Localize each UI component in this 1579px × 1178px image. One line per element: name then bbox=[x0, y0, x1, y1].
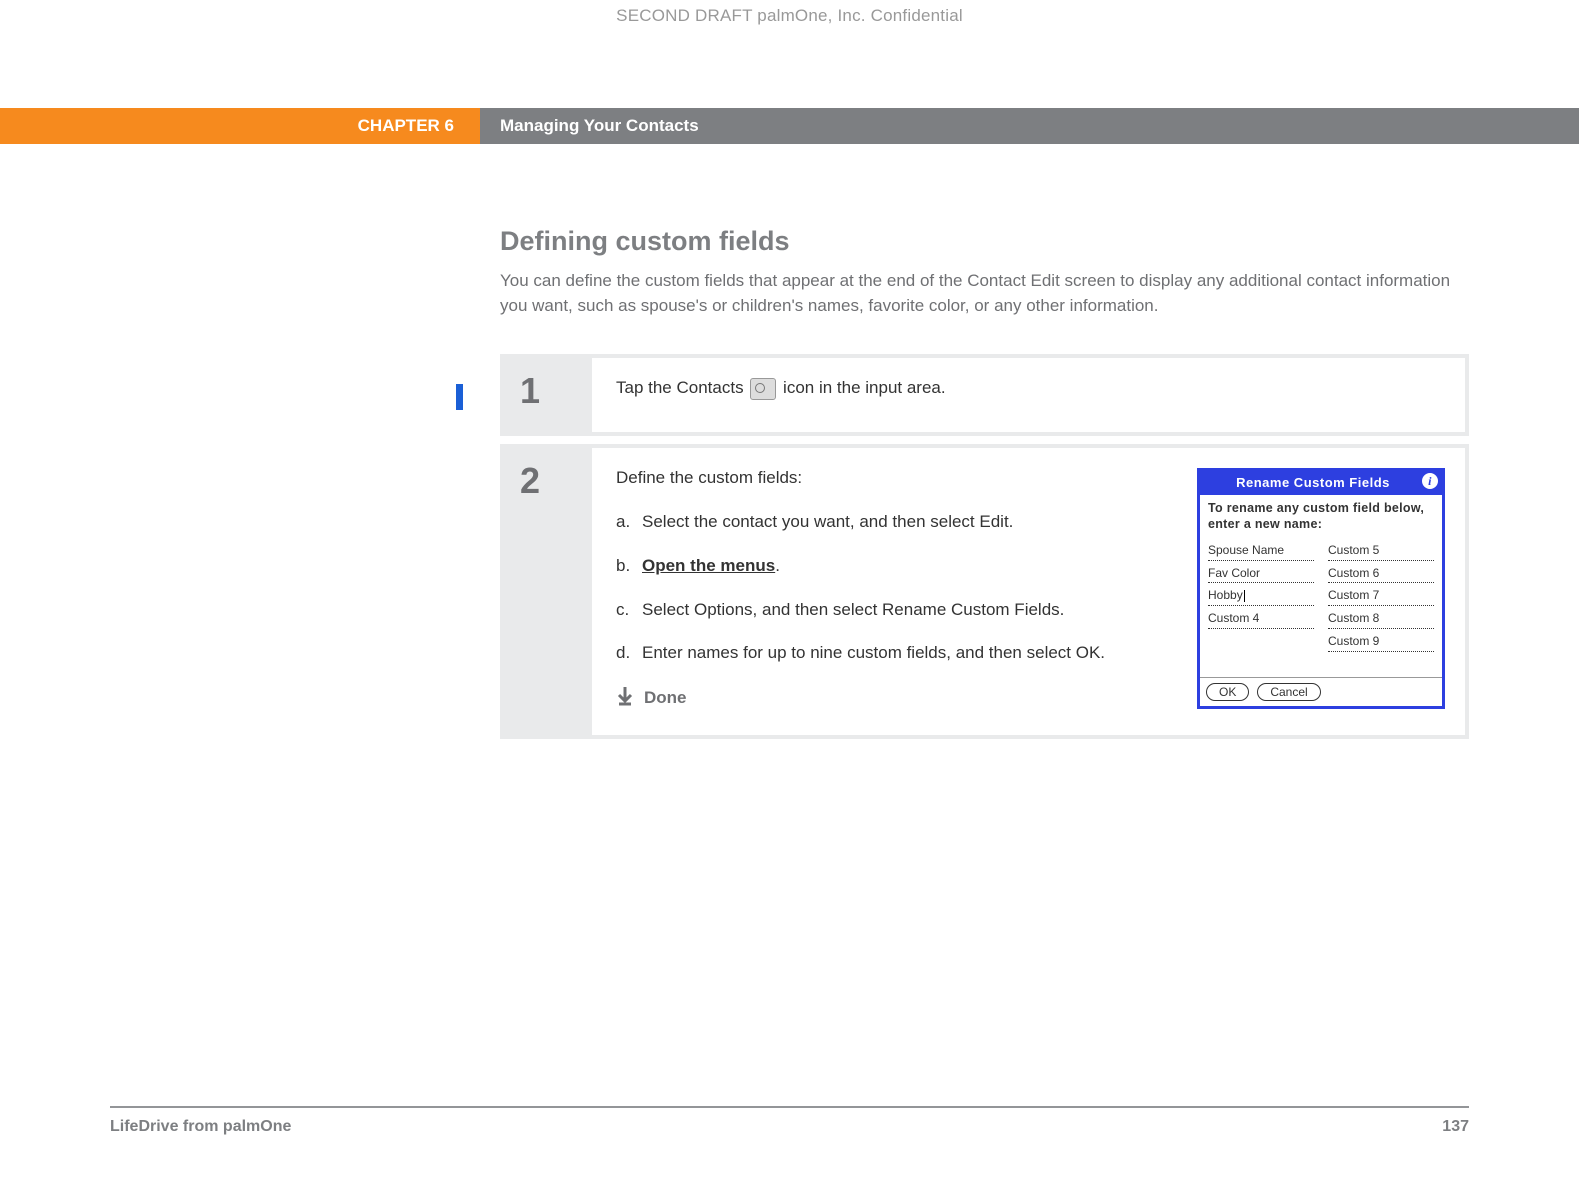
custom-field-input[interactable]: Custom 4 bbox=[1208, 609, 1314, 629]
step-1: 1 Tap the Contacts icon in the input are… bbox=[500, 354, 1469, 436]
ok-button[interactable]: OK bbox=[1206, 683, 1249, 701]
cancel-button[interactable]: Cancel bbox=[1257, 683, 1320, 701]
substep-b: b. Open the menus. bbox=[616, 554, 1173, 578]
step-number: 2 bbox=[520, 460, 592, 502]
step-body: Tap the Contacts icon in the input area. bbox=[592, 354, 1469, 436]
chapter-bar: CHAPTER 6 Managing Your Contacts bbox=[0, 108, 1579, 144]
palm-title-text: Rename Custom Fields bbox=[1236, 475, 1390, 490]
content-area: Defining custom fields You can define th… bbox=[500, 226, 1469, 739]
done-arrow-icon bbox=[616, 685, 634, 711]
step-number: 1 bbox=[520, 370, 592, 412]
contacts-icon bbox=[750, 378, 776, 400]
done-label: Done bbox=[644, 686, 687, 710]
chapter-label: CHAPTER 6 bbox=[0, 108, 480, 144]
substep-d: d. Enter names for up to nine custom fie… bbox=[616, 641, 1173, 665]
palm-instruction: To rename any custom field below, enter … bbox=[1200, 495, 1442, 540]
substep-c: c. Select Options, and then select Renam… bbox=[616, 598, 1173, 622]
section-intro: You can define the custom fields that ap… bbox=[500, 269, 1469, 318]
palm-rename-dialog: Rename Custom Fields i To rename any cus… bbox=[1197, 468, 1445, 708]
palm-dialog-title: Rename Custom Fields i bbox=[1200, 471, 1442, 495]
step-num-col: 1 bbox=[500, 354, 592, 436]
palm-left-col: Spouse Name Fav Color Hobby Custom 4 bbox=[1208, 541, 1314, 655]
info-icon[interactable]: i bbox=[1422, 473, 1438, 489]
substep-a: a. Select the contact you want, and then… bbox=[616, 510, 1173, 534]
custom-field-input[interactable]: Spouse Name bbox=[1208, 541, 1314, 561]
custom-field-input[interactable]: Custom 8 bbox=[1328, 609, 1434, 629]
chapter-title: Managing Your Contacts bbox=[480, 108, 1579, 144]
steps-wrapper: 1 Tap the Contacts icon in the input are… bbox=[500, 354, 1469, 739]
step2-intro: Define the custom fields: bbox=[616, 466, 1173, 490]
substep-letter: c. bbox=[616, 598, 642, 622]
custom-field-input[interactable]: Hobby bbox=[1208, 586, 1314, 606]
page-footer: LifeDrive from palmOne 137 bbox=[110, 1106, 1469, 1136]
palm-right-col: Custom 5 Custom 6 Custom 7 Custom 8 Cust… bbox=[1328, 541, 1434, 655]
page-number: 137 bbox=[1442, 1118, 1469, 1136]
custom-field-input[interactable]: Custom 9 bbox=[1328, 632, 1434, 652]
palm-fields: Spouse Name Fav Color Hobby Custom 4 Cus… bbox=[1200, 541, 1442, 677]
product-name: LifeDrive from palmOne bbox=[110, 1118, 291, 1136]
step-body: Define the custom fields: a. Select the … bbox=[592, 444, 1469, 739]
substep-text: Select the contact you want, and then se… bbox=[642, 510, 1173, 534]
substep-text: Select Options, and then select Rename C… bbox=[642, 598, 1173, 622]
substep-letter: b. bbox=[616, 554, 642, 578]
substep-text: Open the menus. bbox=[642, 554, 1173, 578]
substep-letter: d. bbox=[616, 641, 642, 665]
done-row: Done bbox=[616, 685, 1173, 711]
open-menus-link[interactable]: Open the menus bbox=[642, 556, 775, 575]
step1-text-before: Tap the Contacts bbox=[616, 378, 748, 397]
side-indicator bbox=[456, 384, 463, 410]
custom-field-input[interactable]: Custom 7 bbox=[1328, 586, 1434, 606]
draft-header: SECOND DRAFT palmOne, Inc. Confidential bbox=[0, 0, 1579, 26]
custom-field-input[interactable]: Custom 5 bbox=[1328, 541, 1434, 561]
custom-field-input[interactable]: Custom 6 bbox=[1328, 564, 1434, 584]
palm-button-row: OK Cancel bbox=[1200, 677, 1442, 706]
substep-letter: a. bbox=[616, 510, 642, 534]
custom-field-input[interactable]: Fav Color bbox=[1208, 564, 1314, 584]
substep-b-after: . bbox=[775, 556, 780, 575]
step1-text-after: icon in the input area. bbox=[783, 378, 946, 397]
step2-text: Define the custom fields: a. Select the … bbox=[616, 466, 1173, 711]
step-num-col: 2 bbox=[500, 444, 592, 739]
substep-text: Enter names for up to nine custom fields… bbox=[642, 641, 1173, 665]
section-heading: Defining custom fields bbox=[500, 226, 1469, 257]
step-2: 2 Define the custom fields: a. Select th… bbox=[500, 444, 1469, 739]
